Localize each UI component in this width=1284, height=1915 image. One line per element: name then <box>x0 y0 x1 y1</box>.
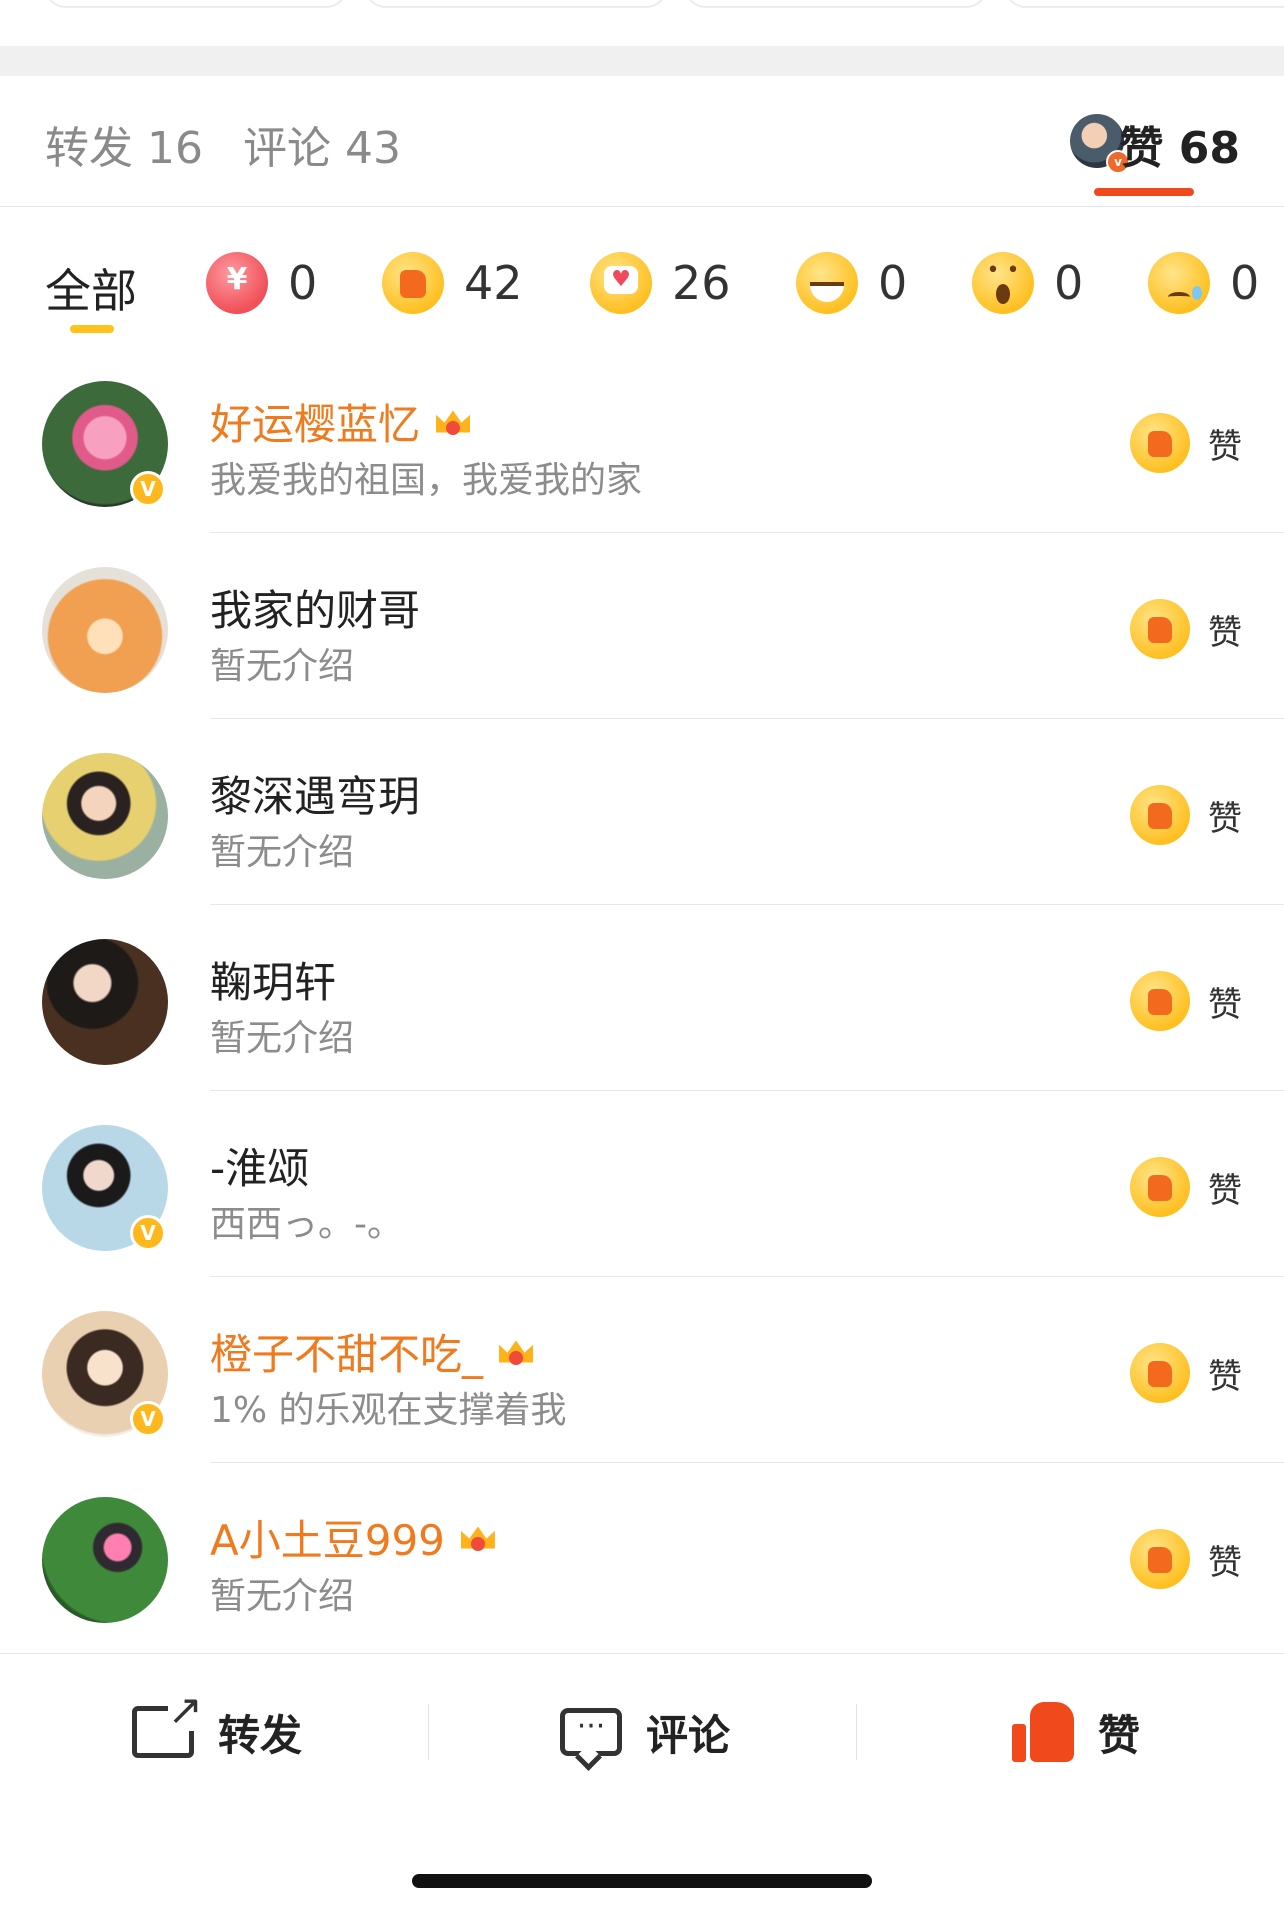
previous-buttons-remnant <box>0 0 1284 46</box>
comment-button[interactable]: ··· 评论 <box>560 1696 730 1768</box>
like-label: 赞 <box>1098 1710 1141 1760</box>
comment-icon: ··· <box>560 1708 622 1756</box>
surprised-icon <box>972 252 1034 314</box>
user-bio: 暂无介绍 <box>210 1018 355 1059</box>
tab-likes[interactable]: 赞 68 <box>1119 112 1240 176</box>
filter-thumbs-up[interactable]: 42 <box>382 251 523 315</box>
thumbs-up-icon <box>382 252 444 314</box>
heart-yuan-icon <box>206 252 268 314</box>
grin-icon <box>796 252 858 314</box>
filter-surprised[interactable]: 0 <box>972 251 1083 315</box>
filter-count: 0 <box>288 256 318 310</box>
thumbs-up-icon <box>1130 1343 1190 1403</box>
liker-avatar: v <box>1070 114 1130 174</box>
like-label: 赞 <box>1208 1542 1242 1583</box>
bottom-action-bar: 转发 ··· 评论 赞 <box>0 1653 1284 1814</box>
vip-crown-icon <box>432 403 474 441</box>
thumbs-up-icon <box>1130 413 1190 473</box>
cut-off-button[interactable] <box>44 0 348 8</box>
like-label: 赞 <box>1208 612 1242 653</box>
filter-count: 26 <box>672 256 731 310</box>
home-indicator[interactable] <box>412 1874 872 1888</box>
filter-count: 0 <box>1230 256 1260 310</box>
user-bio: 我爱我的祖国，我爱我的家 <box>210 460 643 501</box>
section-separator <box>0 46 1284 76</box>
user-name[interactable]: 黎深遇弯玥 <box>210 763 420 824</box>
verified-badge-icon: V <box>130 471 166 507</box>
thumbs-up-icon <box>1130 1157 1190 1217</box>
user-name[interactable]: A小土豆999 <box>210 1507 499 1568</box>
filter-sad[interactable]: 0 <box>1148 251 1259 315</box>
like-button[interactable]: 赞 <box>1012 1696 1140 1768</box>
like-label: 赞 <box>1208 798 1242 839</box>
vip-crown-icon <box>457 1519 499 1557</box>
avatar[interactable] <box>42 567 168 693</box>
cut-off-button[interactable] <box>684 0 988 8</box>
list-item[interactable]: 黎深遇弯玥 暂无介绍 赞 <box>0 719 1284 905</box>
list-item[interactable]: V -淮颂 西西っ。-。 赞 <box>0 1091 1284 1277</box>
filter-heart-yuan[interactable]: 0 <box>206 251 317 315</box>
filter-count: 42 <box>464 256 523 310</box>
liker-list: V 好运樱蓝忆 我爱我的祖国，我爱我的家 赞 我家的财哥 暂无介绍 赞 黎深遇弯… <box>0 347 1284 1649</box>
like-badge: 赞 <box>1130 971 1242 1031</box>
user-bio: 暂无介绍 <box>210 1576 355 1617</box>
like-badge: 赞 <box>1130 1157 1242 1217</box>
thumbs-up-icon <box>1130 971 1190 1031</box>
like-label: 赞 <box>1208 984 1242 1025</box>
divider <box>856 1704 857 1760</box>
heart-bubble-icon <box>590 252 652 314</box>
user-bio: 暂无介绍 <box>210 832 355 873</box>
verified-badge-icon: V <box>130 1401 166 1437</box>
like-badge: 赞 <box>1130 785 1242 845</box>
user-name[interactable]: 我家的财哥 <box>210 577 420 638</box>
interaction-tabs: 转发 16 评论 43 v 赞 68 <box>0 76 1284 207</box>
thumbs-up-icon <box>1130 785 1190 845</box>
filter-heart-bubble[interactable]: 26 <box>590 251 731 315</box>
comment-label: 评论 <box>646 1710 731 1760</box>
reaction-filter-bar: 全部 0 42 26 0 0 0 <box>0 207 1284 347</box>
user-name[interactable]: -淮颂 <box>210 1135 309 1196</box>
active-filter-indicator <box>70 325 114 333</box>
user-name[interactable]: 橙子不甜不吃_ <box>210 1321 537 1382</box>
user-name[interactable]: 鞠玥轩 <box>210 949 336 1010</box>
like-label: 赞 <box>1208 426 1242 467</box>
user-bio: 1% 的乐观在支撑着我 <box>210 1390 567 1431</box>
tab-comments[interactable]: 评论 43 <box>243 112 401 176</box>
avatar[interactable] <box>42 753 168 879</box>
thumbs-up-icon <box>1130 1529 1190 1589</box>
user-bio: 西西っ。-。 <box>210 1204 403 1245</box>
list-item[interactable]: 鞠玥轩 暂无介绍 赞 <box>0 905 1284 1091</box>
cut-off-button[interactable] <box>364 0 668 8</box>
like-badge: 赞 <box>1130 413 1242 473</box>
filter-count: 0 <box>1054 256 1084 310</box>
like-label: 赞 <box>1208 1170 1242 1211</box>
active-tab-indicator <box>1094 188 1194 196</box>
list-item[interactable]: 我家的财哥 暂无介绍 赞 <box>0 533 1284 719</box>
like-badge: 赞 <box>1130 1529 1242 1589</box>
divider <box>428 1704 429 1760</box>
like-label: 赞 <box>1208 1356 1242 1397</box>
tab-reposts[interactable]: 转发 16 <box>45 112 203 176</box>
repost-label: 转发 <box>218 1710 303 1760</box>
list-item[interactable]: A小土豆999 暂无介绍 赞 <box>0 1463 1284 1649</box>
avatar[interactable] <box>42 1497 168 1623</box>
list-item[interactable]: V 好运樱蓝忆 我爱我的祖国，我爱我的家 赞 <box>0 347 1284 533</box>
verified-badge-icon: V <box>130 1215 166 1251</box>
repost-button[interactable]: 转发 <box>132 1689 303 1768</box>
sad-icon <box>1148 252 1210 314</box>
avatar[interactable] <box>42 939 168 1065</box>
thumbs-up-icon <box>1130 599 1190 659</box>
filter-all[interactable]: 全部 <box>45 255 137 321</box>
like-badge: 赞 <box>1130 1343 1242 1403</box>
vip-crown-icon <box>495 1333 537 1371</box>
cut-off-button[interactable] <box>1004 0 1284 8</box>
filter-grin[interactable]: 0 <box>796 251 907 315</box>
user-bio: 暂无介绍 <box>210 646 355 687</box>
like-badge: 赞 <box>1130 599 1242 659</box>
filter-count: 0 <box>878 256 908 310</box>
list-item[interactable]: V 橙子不甜不吃_ 1% 的乐观在支撑着我 赞 <box>0 1277 1284 1463</box>
share-icon <box>132 1689 203 1758</box>
user-name[interactable]: 好运樱蓝忆 <box>210 391 474 452</box>
thumbs-up-icon <box>1012 1702 1074 1762</box>
